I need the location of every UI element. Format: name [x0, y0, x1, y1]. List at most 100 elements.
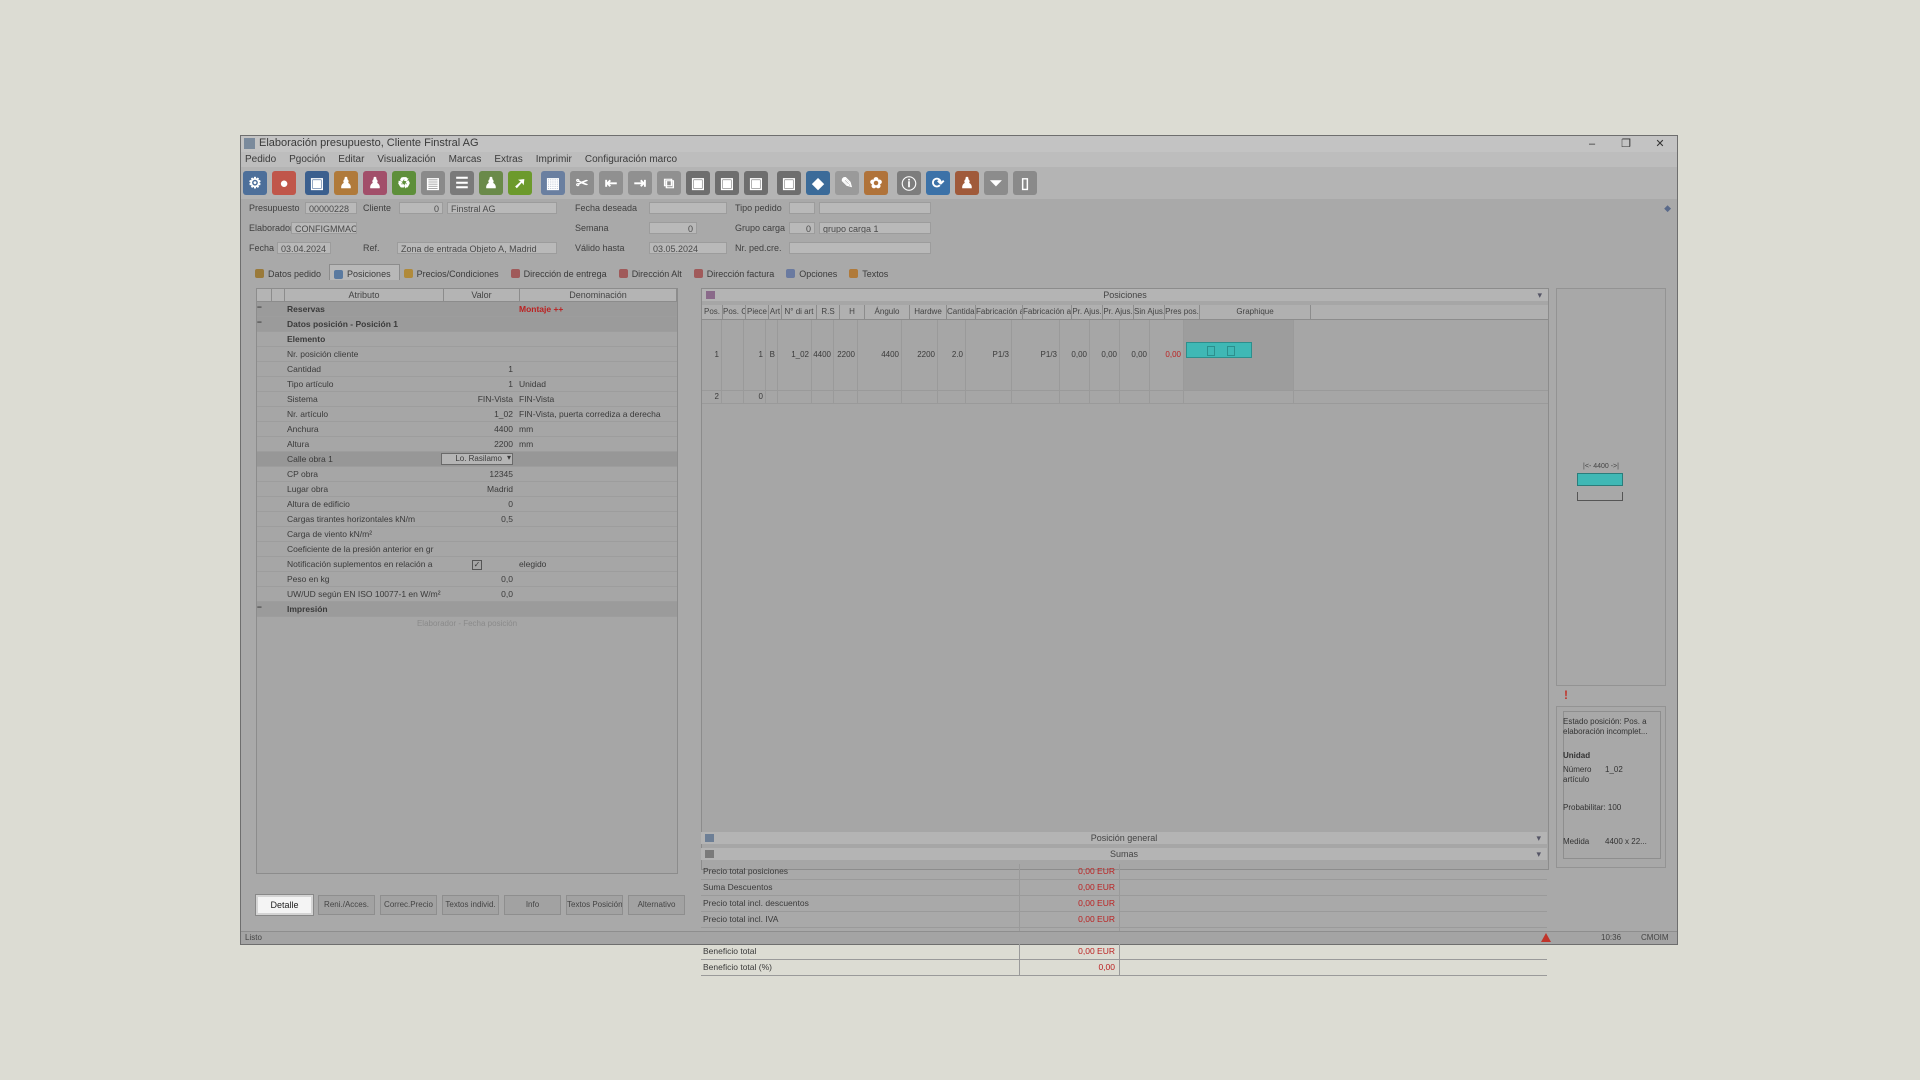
tipo-pedido-field[interactable] — [789, 202, 815, 214]
position-row[interactable]: 20 — [702, 391, 1548, 404]
menu-pedido[interactable]: Pedido — [245, 152, 276, 167]
disk-2-icon[interactable]: ▣ — [715, 171, 739, 195]
property-row[interactable]: Cargas tirantes horizontales kN/m 0,5 — [257, 512, 677, 527]
menu-imprimir[interactable]: Imprimir — [536, 152, 572, 167]
grupo-carga-desc-field[interactable]: grupo carga 1 — [819, 222, 931, 234]
pin-icon[interactable]: ◆ — [1664, 203, 1671, 214]
warning-icon[interactable] — [1541, 933, 1551, 942]
attribute-value[interactable]: 1_02 — [441, 407, 516, 421]
tab-3[interactable]: Dirección de entrega — [507, 264, 615, 280]
fecha-deseada-field[interactable] — [649, 202, 727, 214]
menu-extras[interactable]: Extras — [494, 152, 522, 167]
people-icon[interactable]: ♟ — [334, 171, 358, 195]
tab-0[interactable]: Datos pedido — [251, 264, 329, 280]
semana-field[interactable]: 0 — [649, 222, 697, 234]
positions-col-header[interactable]: Pos. Cl. — [723, 305, 746, 319]
positions-col-header[interactable]: Hardwe — [910, 305, 947, 319]
tab-6[interactable]: Opciones — [782, 264, 845, 280]
positions-col-header[interactable]: N° di art — [782, 305, 817, 319]
attribute-value[interactable]: 4400 — [441, 422, 516, 436]
move-right-icon[interactable]: ⇥ — [628, 171, 652, 195]
attribute-value[interactable] — [441, 527, 516, 541]
clipboard-icon[interactable]: ▯ — [1013, 171, 1037, 195]
fecha-field[interactable]: 03.04.2024 — [277, 242, 331, 254]
attribute-value[interactable]: 0,0 — [441, 572, 516, 586]
positions-col-header[interactable]: Fabricación alto — [1023, 305, 1072, 319]
position-row[interactable]: 1 1 B 1_02 4400 2200 4400 2200 2.0 P1/3 P1/3 0,00 0,… — [702, 320, 1548, 391]
detail-tab-1[interactable]: Reni./Acces. — [318, 895, 375, 915]
property-row[interactable]: Sistema FIN-Vista FIN-Vista — [257, 392, 677, 407]
cliente-name-field[interactable]: Finstral AG — [447, 202, 557, 214]
property-row[interactable]: Carga de viento kN/m² — [257, 527, 677, 542]
attribute-value[interactable] — [441, 542, 516, 556]
tab-4[interactable]: Dirección Alt — [615, 264, 690, 280]
positions-col-header[interactable]: R.S — [817, 305, 840, 319]
menu-pgocion[interactable]: Pgoción — [289, 152, 325, 167]
valido-hasta-field[interactable]: 03.05.2024 — [649, 242, 727, 254]
disk-1-icon[interactable]: ▣ — [686, 171, 710, 195]
n-pedido-field[interactable] — [789, 242, 931, 254]
attribute-value[interactable]: Lo. Rasilamo — [441, 452, 516, 466]
value-checkbox[interactable]: ✓ — [472, 560, 482, 570]
tab-2[interactable]: Precios/Condiciones — [400, 264, 507, 280]
menu-editar[interactable]: Editar — [338, 152, 364, 167]
minimize-button[interactable]: – — [1575, 136, 1609, 152]
positions-col-header[interactable]: H — [840, 305, 865, 319]
maximize-button[interactable]: ❐ — [1609, 136, 1643, 152]
positions-col-header[interactable]: Piece — [746, 305, 769, 319]
disk-4-icon[interactable]: ▣ — [777, 171, 801, 195]
stop-icon[interactable]: ● — [272, 171, 296, 195]
tab-7[interactable]: Textos — [845, 264, 896, 280]
property-row[interactable]: Cantidad 1 — [257, 362, 677, 377]
attribute-value[interactable]: FIN-Vista — [441, 392, 516, 406]
property-row[interactable]: Notificación suplementos en relación a ✓ e… — [257, 557, 677, 572]
menu-marcas[interactable]: Marcas — [449, 152, 482, 167]
positions-col-header[interactable]: Pos. — [702, 305, 723, 319]
tab-1[interactable]: Posiciones — [329, 264, 400, 280]
property-row[interactable]: Peso en kg 0,0 — [257, 572, 677, 587]
property-row[interactable]: Altura 2200 mm — [257, 437, 677, 452]
attribute-value[interactable] — [441, 347, 516, 361]
attribute-value[interactable]: ✓ — [441, 557, 516, 571]
close-button[interactable]: ✕ — [1643, 136, 1677, 152]
color-people-icon[interactable]: ♟ — [955, 171, 979, 195]
attribute-value[interactable]: 1 — [441, 377, 516, 391]
property-row[interactable]: − Reservas Montaje ++ — [257, 302, 677, 317]
presupuesto-field[interactable]: 00000228 — [305, 202, 357, 214]
attribute-value[interactable]: Madrid — [441, 482, 516, 496]
drawing-preview[interactable]: |<- 4400 ->| — [1556, 288, 1666, 686]
positions-col-header[interactable]: Fabricación ancho — [976, 305, 1023, 319]
info-icon[interactable]: ⓘ — [897, 171, 921, 195]
copy-icon[interactable]: ⧉ — [657, 171, 681, 195]
detail-tab-0[interactable]: Detalle — [255, 894, 314, 916]
alert-icon[interactable]: ! — [1564, 688, 1568, 702]
filter-icon[interactable]: ⏷ — [984, 171, 1008, 195]
attribute-value[interactable]: 0,5 — [441, 512, 516, 526]
property-row[interactable]: UW/UD según EN ISO 10077-1 en W/m² 0,0 — [257, 587, 677, 602]
property-row[interactable]: Lugar obra Madrid — [257, 482, 677, 497]
property-row[interactable]: CP obra 12345 — [257, 467, 677, 482]
menu-visualizacion[interactable]: Visualización — [377, 152, 435, 167]
general-collapse-icon[interactable]: ▾ — [1536, 832, 1541, 844]
move-left-icon[interactable]: ⇤ — [599, 171, 623, 195]
header-atributo[interactable]: Atributo — [285, 289, 444, 301]
property-row[interactable]: Coeficiente de la presión anterior en gr — [257, 542, 677, 557]
globe-icon[interactable]: ◆ — [806, 171, 830, 195]
palette-icon[interactable]: ✿ — [864, 171, 888, 195]
document-icon[interactable]: ▤ — [421, 171, 445, 195]
elaborador-field[interactable]: CONFIGMMAC — [291, 222, 357, 234]
attribute-value[interactable]: 0,0 — [441, 587, 516, 601]
positions-col-header[interactable]: Pr. Ajus. — [1072, 305, 1103, 319]
detail-tab-6[interactable]: Alternativo — [628, 895, 685, 915]
disk-3-icon[interactable]: ▣ — [744, 171, 768, 195]
table-icon[interactable]: ▦ — [541, 171, 565, 195]
save-icon[interactable]: ▣ — [305, 171, 329, 195]
ref-field[interactable]: Zona de entrada Objeto A, Madrid — [397, 242, 557, 254]
tab-5[interactable]: Dirección factura — [690, 264, 783, 280]
people-group-icon[interactable]: ♟ — [363, 171, 387, 195]
menu-configuracion-marco[interactable]: Configuración marco — [585, 152, 677, 167]
positions-col-header[interactable]: Graphique — [1200, 305, 1311, 319]
property-row[interactable]: Nr. posición cliente — [257, 347, 677, 362]
recycle-icon[interactable]: ♻ — [392, 171, 416, 195]
property-row[interactable]: Tipo artículo 1 Unidad — [257, 377, 677, 392]
